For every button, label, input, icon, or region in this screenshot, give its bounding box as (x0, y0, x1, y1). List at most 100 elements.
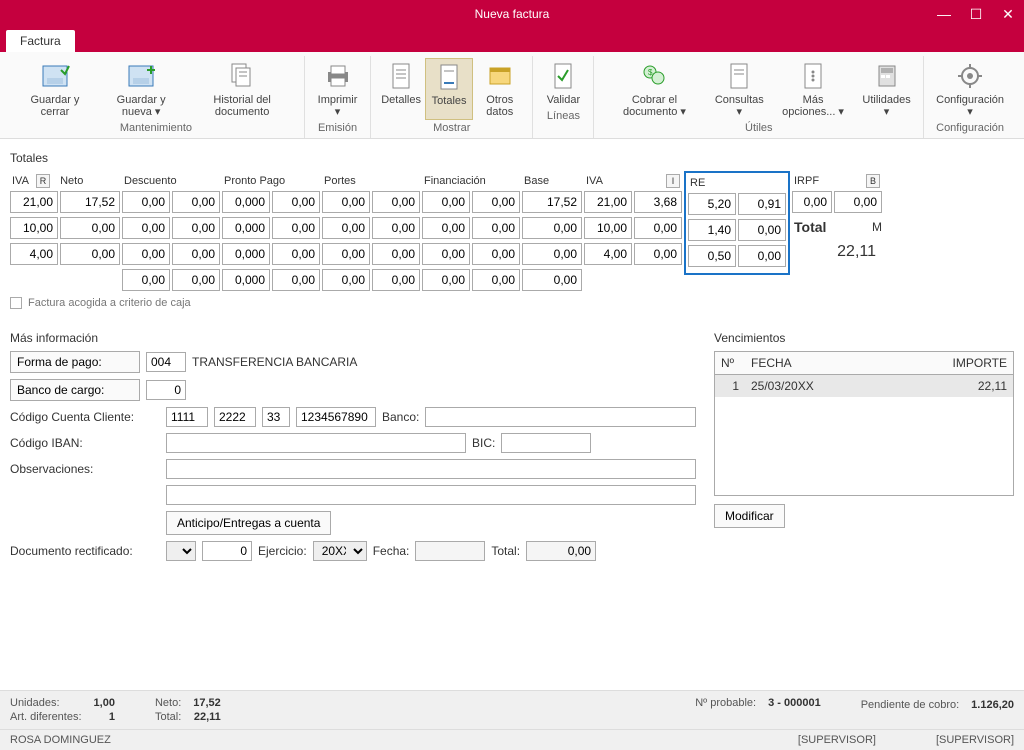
modificar-button[interactable]: Modificar (714, 504, 785, 528)
desc-val[interactable] (172, 243, 220, 265)
detalles-button[interactable]: Detalles (377, 58, 425, 120)
historial-button[interactable]: Historial del documento (186, 58, 298, 120)
re-val[interactable] (738, 245, 786, 267)
base-val[interactable] (522, 243, 582, 265)
fi-pct[interactable] (422, 191, 470, 213)
obs-input-1[interactable] (166, 459, 696, 479)
desc-val[interactable] (172, 191, 220, 213)
pp-pct[interactable] (222, 243, 270, 265)
po-pct[interactable] (322, 269, 370, 291)
desc-pct[interactable] (122, 269, 170, 291)
neto-input[interactable] (60, 243, 120, 265)
imprimir-button[interactable]: Imprimir ▾ (311, 58, 364, 120)
pp-pct[interactable] (222, 269, 270, 291)
fi-val[interactable] (472, 269, 520, 291)
po-pct[interactable] (322, 217, 370, 239)
desc-val[interactable] (172, 217, 220, 239)
fi-pct[interactable] (422, 269, 470, 291)
iva2-pct[interactable] (584, 191, 632, 213)
fi-val[interactable] (472, 191, 520, 213)
anticipo-button[interactable]: Anticipo/Entregas a cuenta (166, 511, 331, 535)
po-val[interactable] (372, 217, 420, 239)
re-pct[interactable] (688, 245, 736, 267)
iva2-val[interactable] (634, 243, 682, 265)
doc-rect-num[interactable] (202, 541, 252, 561)
r-button[interactable]: R (36, 174, 50, 188)
iban-label: Código IBAN: (10, 436, 160, 450)
mas-opciones-button[interactable]: Más opciones... ▾ (770, 58, 856, 120)
po-val[interactable] (372, 269, 420, 291)
utilidades-button[interactable]: Utilidades ▾ (856, 58, 917, 120)
ccc4[interactable] (296, 407, 376, 427)
ccc1[interactable] (166, 407, 208, 427)
re-pct[interactable] (688, 193, 736, 215)
iban-input[interactable] (166, 433, 466, 453)
base-val[interactable] (522, 217, 582, 239)
po-val[interactable] (372, 191, 420, 213)
otros-datos-button[interactable]: Otros datos (473, 58, 526, 120)
consultas-button[interactable]: Consultas ▾ (709, 58, 771, 120)
guardar-cerrar-button[interactable]: Guardar y cerrar (14, 58, 96, 120)
iva2-val[interactable] (634, 217, 682, 239)
close-button[interactable]: ✕ (992, 0, 1024, 28)
base-val[interactable] (522, 191, 582, 213)
forma-pago-button[interactable]: Forma de pago: (10, 351, 140, 373)
bic-input[interactable] (501, 433, 591, 453)
fi-pct[interactable] (422, 243, 470, 265)
m-button[interactable]: M (872, 220, 882, 234)
po-pct[interactable] (322, 191, 370, 213)
maximize-button[interactable]: ☐ (960, 0, 992, 28)
i-button[interactable]: I (666, 174, 680, 188)
guardar-nueva-button[interactable]: Guardar y nueva ▾ (96, 58, 186, 120)
criterio-caja-checkbox[interactable] (10, 297, 22, 309)
iva2-pct[interactable] (584, 243, 632, 265)
iva2-pct[interactable] (584, 217, 632, 239)
iva2-val[interactable] (634, 191, 682, 213)
ccc3[interactable] (262, 407, 290, 427)
desc-pct[interactable] (122, 191, 170, 213)
desc-pct[interactable] (122, 243, 170, 265)
iva-input[interactable] (10, 191, 58, 213)
doc-rect-select[interactable] (166, 541, 196, 561)
desc-pct[interactable] (122, 217, 170, 239)
neto-input[interactable] (60, 217, 120, 239)
irpf-pct[interactable] (792, 191, 832, 213)
fi-val[interactable] (472, 243, 520, 265)
validar-button[interactable]: Validar (539, 58, 587, 108)
fi-pct[interactable] (422, 217, 470, 239)
cobrar-button[interactable]: $ Cobrar el documento ▾ (600, 58, 708, 120)
re-val[interactable] (738, 219, 786, 241)
ccc2[interactable] (214, 407, 256, 427)
po-pct[interactable] (322, 243, 370, 265)
neto-label: Neto: (155, 697, 181, 709)
banco-input[interactable] (425, 407, 696, 427)
pp-val[interactable] (272, 217, 320, 239)
configuracion-button[interactable]: Configuración ▾ (930, 58, 1010, 120)
banco-cargo-button[interactable]: Banco de cargo: (10, 379, 140, 401)
desc-val[interactable] (172, 269, 220, 291)
base-val[interactable] (522, 269, 582, 291)
re-val[interactable] (738, 193, 786, 215)
po-val[interactable] (372, 243, 420, 265)
tab-factura[interactable]: Factura (6, 30, 75, 52)
venc-row[interactable]: 1 25/03/20XX 22,11 (715, 375, 1013, 397)
forma-pago-code[interactable] (146, 352, 186, 372)
neto-input[interactable] (60, 191, 120, 213)
pp-pct[interactable] (222, 191, 270, 213)
pp-val[interactable] (272, 269, 320, 291)
obs-input-2[interactable] (166, 485, 696, 505)
iva-input[interactable] (10, 243, 58, 265)
banco-cargo-input[interactable] (146, 380, 186, 400)
ejercicio-select[interactable]: 20XX (313, 541, 367, 561)
iva-input[interactable] (10, 217, 58, 239)
footer-sup2: [SUPERVISOR] (936, 734, 1014, 746)
minimize-button[interactable]: — (928, 0, 960, 28)
irpf-val[interactable] (834, 191, 882, 213)
re-pct[interactable] (688, 219, 736, 241)
pp-val[interactable] (272, 191, 320, 213)
b-button[interactable]: B (866, 174, 880, 188)
totales-button[interactable]: Totales (425, 58, 473, 120)
fi-val[interactable] (472, 217, 520, 239)
pp-pct[interactable] (222, 217, 270, 239)
pp-val[interactable] (272, 243, 320, 265)
